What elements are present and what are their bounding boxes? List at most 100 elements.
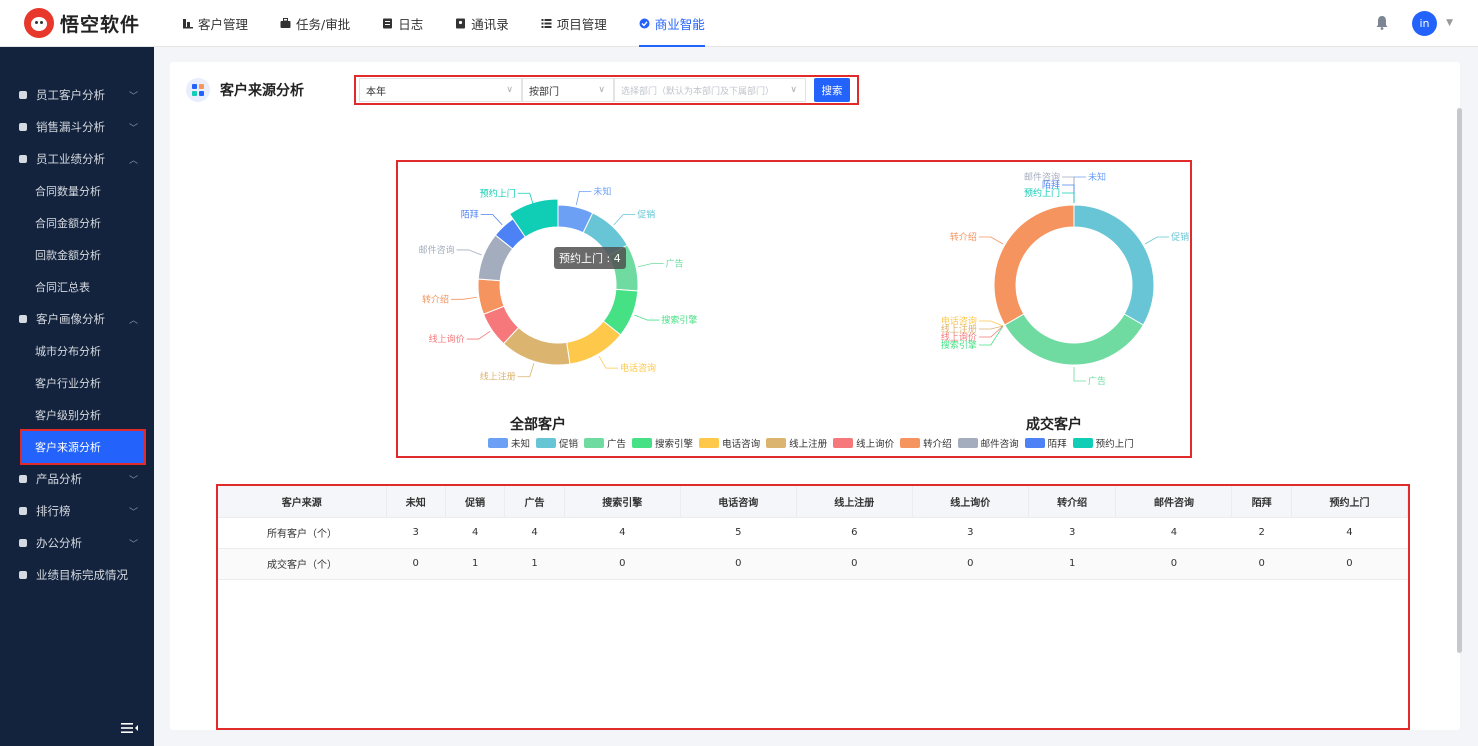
nav-item-2[interactable]: 日志: [366, 0, 439, 47]
legend-item[interactable]: 线上注册: [766, 436, 827, 450]
scrollbar[interactable]: [1457, 108, 1462, 653]
table-cell: 3: [912, 517, 1029, 549]
table-header-cell: 促销: [445, 486, 506, 518]
chart1-slice-1[interactable]: [1073, 204, 1155, 326]
bell-icon[interactable]: [1376, 16, 1388, 30]
legend-swatch: [632, 438, 653, 448]
user-icon: [19, 91, 27, 99]
chart1-label-10: 预约上门: [1024, 187, 1060, 199]
nav-item-3[interactable]: 通讯录: [439, 0, 525, 47]
trophy-icon: [19, 507, 27, 515]
table-cell: 4: [1291, 517, 1408, 549]
table-cell: 0: [564, 548, 681, 580]
sidebar-subitem[interactable]: 城市分布分析: [0, 335, 154, 367]
legend-label: 转介绍: [923, 439, 952, 450]
department-select[interactable]: 选择部门（默认为本部门及下属部门） ∨: [614, 78, 806, 102]
sidebar-subitem[interactable]: 客户级别分析: [0, 399, 154, 431]
sidebar-subitem[interactable]: 合同金额分析: [0, 207, 154, 239]
group-by-select[interactable]: 按部门 ∨: [522, 78, 614, 102]
chart0-label-10: 预约上门: [480, 187, 516, 199]
nav-item-5[interactable]: 商业智能: [623, 0, 721, 47]
sidebar-subitem[interactable]: 客户来源分析: [20, 429, 146, 465]
legend-swatch: [488, 438, 508, 448]
chart0-label-9: 陌拜: [461, 210, 479, 221]
search-button[interactable]: 搜索: [814, 78, 850, 102]
chart0-label-7: 转介绍: [422, 293, 449, 305]
sidebar-group-label: 销售漏斗分析: [36, 120, 105, 134]
period-select[interactable]: 本年 ∨: [359, 78, 522, 102]
sidebar-group-label: 客户画像分析: [36, 312, 105, 326]
legend-swatch: [699, 438, 720, 448]
sidebar-subitem[interactable]: 合同汇总表: [0, 271, 154, 303]
sidebar-subitem[interactable]: 回款金额分析: [0, 239, 154, 271]
legend-item[interactable]: 邮件咨询: [957, 436, 1019, 450]
legend-item[interactable]: 陌拜: [1024, 436, 1067, 450]
nav-item-4[interactable]: 项目管理: [525, 0, 623, 47]
sidebar-group-2[interactable]: 员工业绩分析 ︿: [0, 143, 154, 175]
chart1-slice-7[interactable]: [993, 204, 1075, 326]
logo[interactable]: 悟空软件: [24, 8, 164, 38]
chart1-label-line-10: [1062, 192, 1075, 203]
sidebar-group-label: 产品分析: [36, 472, 82, 486]
nav-item-label: 日志: [398, 16, 424, 32]
chart1-label-line-1: [1144, 236, 1170, 245]
chart0-label-line-8: [456, 249, 482, 256]
chart-legend: 未知 促销 广告 搜索引擎 电话咨询 线上注册 线上询价 转介绍 邮件咨询 陌拜 预约上门: [488, 436, 1140, 450]
chart1-label-line-5: [978, 325, 1004, 330]
legend-item[interactable]: 线上询价: [833, 436, 894, 450]
collapse-sidebar-icon[interactable]: [121, 722, 139, 734]
table-header-cell: 转介绍: [1028, 486, 1117, 518]
chart0-label-line-4: [598, 355, 618, 369]
charts-area: 未知 促销 广告 搜索引擎 电话咨询 线上注册 线上询价 转介绍 邮件咨询 陌拜 预约上门 未知 促销广…: [396, 160, 1192, 458]
chart0-label-line-2: [637, 263, 664, 268]
legend-item[interactable]: 电话咨询: [699, 436, 760, 450]
nav-item-0[interactable]: 客户管理: [166, 0, 264, 47]
legend-item[interactable]: 促销: [536, 436, 578, 450]
legend-label: 邮件咨询: [980, 439, 1019, 450]
sidebar-group-label: 业绩目标完成情况: [36, 568, 128, 582]
users-icon: [19, 315, 27, 323]
table-cell: 0: [912, 548, 1029, 580]
chevron-down-icon: ﹀: [128, 507, 138, 518]
table-row-label: 所有客户（个）: [218, 517, 386, 549]
legend-label: 陌拜: [1047, 439, 1067, 450]
sidebar-group-6[interactable]: 办公分析 ﹀: [0, 527, 154, 559]
top-bar: 悟空软件 客户管理 任务/审批 日志 通讯录 项目管理 商业智能 in ▼: [0, 0, 1478, 47]
chart1-slice-2[interactable]: [1004, 313, 1144, 366]
chart1-label-line-2: [1073, 367, 1086, 382]
funnel-icon: [19, 123, 27, 131]
legend-item[interactable]: 转介绍: [900, 436, 952, 450]
sidebar-group-7[interactable]: 业绩目标完成情况: [0, 559, 154, 591]
bar-icon: [19, 155, 27, 163]
sidebar-subitem[interactable]: 合同数量分析: [0, 175, 154, 207]
table-cell: 4: [1115, 517, 1232, 549]
table-header-cell: 预约上门: [1291, 486, 1409, 518]
legend-label: 促销: [559, 439, 579, 450]
sidebar-group-label: 员工业绩分析: [36, 152, 105, 166]
legend-label: 预约上门: [1095, 439, 1134, 450]
chart-tooltip: 预约上门 : 4: [554, 247, 626, 269]
chart1-label-line-7: [978, 236, 1004, 245]
nav-item-1[interactable]: 任务/审批: [264, 0, 366, 47]
sidebar-group-3[interactable]: 客户画像分析 ︿: [0, 303, 154, 335]
sidebar-subitem[interactable]: 客户行业分析: [0, 367, 154, 399]
sidebar-group-4[interactable]: 产品分析 ﹀: [0, 463, 154, 495]
legend-item[interactable]: 预约上门: [1072, 436, 1134, 450]
chart1-label-7: 转介绍: [950, 231, 977, 243]
product-icon: [19, 475, 27, 483]
sidebar-group-1[interactable]: 销售漏斗分析 ﹀: [0, 111, 154, 143]
legend-item[interactable]: 广告: [584, 436, 626, 450]
sidebar-group-5[interactable]: 排行榜 ﹀: [0, 495, 154, 527]
avatar[interactable]: in: [1412, 11, 1437, 36]
table-header-cell: 陌拜: [1231, 486, 1292, 518]
legend-item[interactable]: 搜索引擎: [632, 436, 693, 450]
filter-bar: 本年 ∨ 按部门 ∨ 选择部门（默认为本部门及下属部门） ∨ 搜索: [354, 75, 859, 105]
legend-label: 线上询价: [856, 439, 895, 450]
chevron-down-icon[interactable]: ▼: [1446, 18, 1453, 28]
table-cell: 0: [1231, 548, 1292, 580]
legend-swatch: [1024, 438, 1045, 448]
sidebar-group-0[interactable]: 员工客户分析 ﹀: [0, 79, 154, 111]
chevron-down-icon: ∨: [790, 85, 797, 95]
legend-item[interactable]: 未知: [488, 436, 530, 450]
page-title: 客户来源分析: [220, 83, 304, 99]
